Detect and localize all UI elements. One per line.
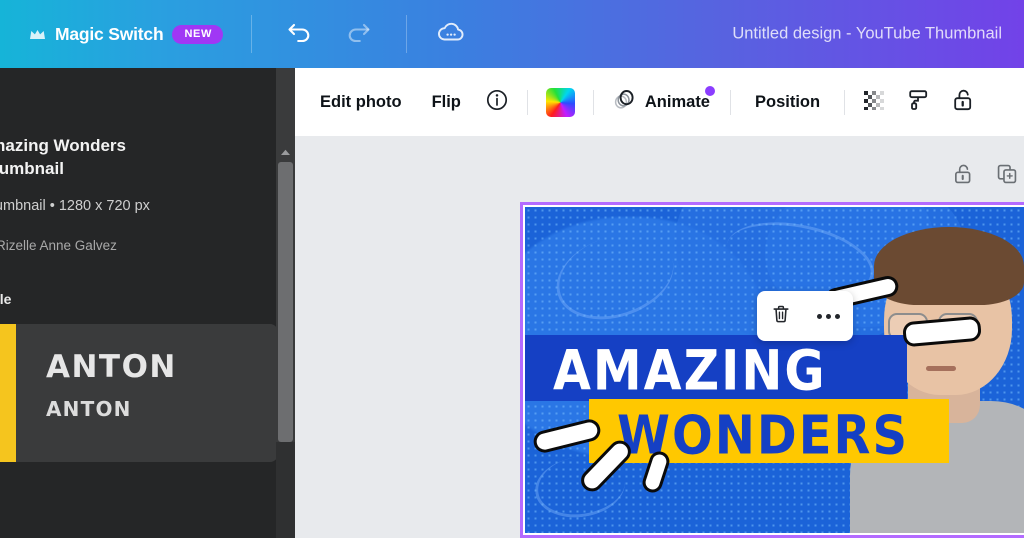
person-mouth: [926, 366, 956, 371]
color-swatch-button[interactable]: [545, 87, 575, 117]
toolbar-divider-b: [592, 89, 594, 115]
design-dimensions: Thumbnail • 1280 x 720 px: [0, 197, 150, 214]
design-title-line-2: Thumbnail: [0, 159, 64, 179]
style-section-heading: Style: [0, 290, 12, 307]
design-title-line-1: Amazing Wonders: [0, 136, 126, 155]
sidebar-scrollbar-track[interactable]: [276, 442, 295, 538]
edit-photo-button[interactable]: Edit photo: [316, 86, 406, 119]
design-author: by Rizelle Anne Galvez: [0, 237, 117, 253]
element-context-toolbar: [757, 291, 853, 341]
scroll-up-arrow-icon: [280, 143, 291, 161]
canvas-area[interactable]: AMAZING WONDERS: [295, 136, 1024, 538]
design-title: Amazing Wonders Thumbnail: [0, 134, 278, 181]
heading-font-name: ANTON: [46, 348, 177, 385]
page-lock-button[interactable]: [952, 163, 974, 190]
document-title[interactable]: Untitled design - YouTube Thumbnail: [732, 25, 1002, 44]
font-color-swatch: [0, 323, 16, 462]
toolbar-divider-2: [405, 15, 407, 53]
delete-element-button[interactable]: [770, 303, 792, 330]
headline-top-text[interactable]: AMAZING: [553, 338, 913, 405]
duplicate-icon: [996, 163, 1018, 190]
crown-icon: [29, 28, 46, 41]
person-hair: [874, 227, 1024, 305]
design-canvas[interactable]: AMAZING WONDERS: [525, 207, 1024, 533]
animate-new-dot-icon: [705, 86, 715, 96]
position-button[interactable]: Position: [751, 86, 824, 119]
font-style-card[interactable]: ANTON ANTON: [0, 323, 278, 462]
sidebar-scrollbar[interactable]: [276, 68, 295, 538]
new-badge: NEW: [172, 24, 223, 44]
toolbar-divider-c: [730, 89, 731, 115]
canva-editor-window: Magic Switch NEW Untitled design - YouTu…: [0, 0, 1024, 538]
unlocked-padlock-icon: [951, 88, 975, 117]
magic-switch-button[interactable]: Magic Switch NEW: [29, 24, 223, 45]
animate-button[interactable]: Animate: [612, 86, 715, 117]
toolbar-divider-1: [250, 15, 252, 53]
lock-icon: [952, 163, 974, 190]
info-circle-icon: [485, 88, 509, 117]
transparency-button[interactable]: [863, 88, 887, 117]
canvas-page-tools: [952, 163, 1018, 190]
paint-roller-button[interactable]: [907, 88, 931, 117]
design-details-sidebar: Amazing Wonders Thumbnail Thumbnail • 12…: [0, 68, 278, 538]
flip-button[interactable]: Flip: [428, 86, 465, 119]
top-bar: Magic Switch NEW Untitled design - YouTu…: [0, 0, 1024, 68]
undo-redo-group: [278, 12, 380, 56]
info-button[interactable]: [485, 88, 509, 117]
page-duplicate-button[interactable]: [996, 163, 1018, 190]
body-font-name: ANTON: [46, 396, 132, 421]
sidebar-scrollbar-thumb[interactable]: [278, 162, 293, 442]
more-options-icon: [817, 313, 841, 319]
redo-button[interactable]: [336, 12, 380, 56]
paint-roller-icon: [907, 88, 931, 117]
selected-design-frame[interactable]: AMAZING WONDERS: [520, 202, 1024, 538]
sidebar-scroll-up-button[interactable]: [276, 144, 295, 160]
trash-can-icon: [770, 303, 792, 330]
more-options-button[interactable]: [817, 313, 841, 319]
transparency-checkerboard-icon: [863, 88, 887, 117]
lock-button[interactable]: [951, 88, 975, 117]
toolbar-divider-d: [844, 89, 846, 115]
cloud-save-status[interactable]: [429, 12, 473, 56]
animate-circles-icon: [612, 87, 637, 117]
toolbar-divider-a: [526, 89, 528, 115]
magic-switch-label: Magic Switch: [55, 23, 164, 44]
animate-label: Animate: [644, 92, 710, 111]
redo-arrow-icon: [345, 21, 371, 48]
undo-arrow-icon: [287, 21, 313, 48]
cloud-saving-icon: [436, 20, 466, 49]
undo-button[interactable]: [278, 12, 322, 56]
element-toolbar: Edit photo Flip Animate Position: [295, 68, 1024, 136]
